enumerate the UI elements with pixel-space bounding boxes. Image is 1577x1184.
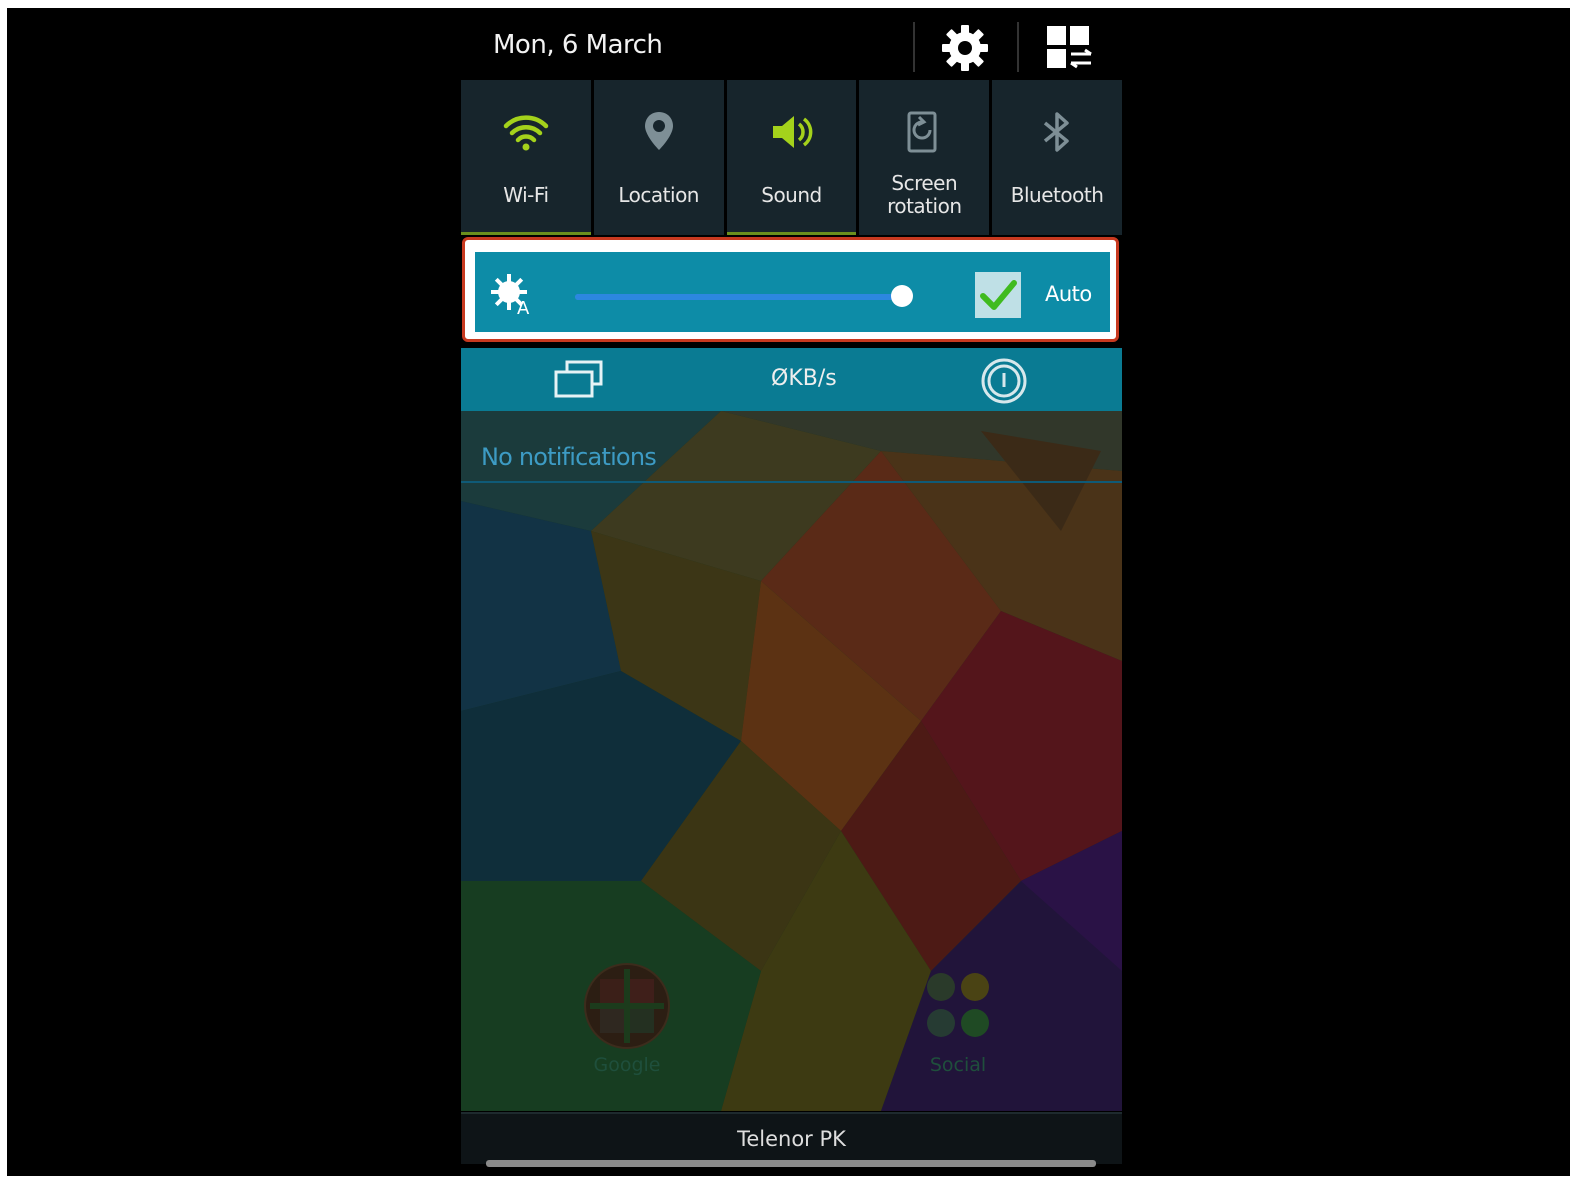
folder-label: Google <box>593 1054 661 1076</box>
checkmark-icon <box>980 280 1017 310</box>
brightness-slider[interactable] <box>575 285 913 307</box>
notification-area: No notifications Google Social <box>461 411 1122 1111</box>
toggle-screen-rotation[interactable]: Screen rotation <box>859 80 990 235</box>
social-folder-icon[interactable] <box>913 961 1003 1051</box>
carrier-bar: Telenor PK <box>461 1112 1122 1164</box>
bluetooth-icon <box>1043 112 1069 152</box>
panel-header: Mon, 6 March <box>461 8 1122 86</box>
brightness-thumb[interactable] <box>890 285 913 307</box>
header-divider <box>1017 22 1019 72</box>
toggle-label: Wi-Fi <box>503 183 549 207</box>
auto-brightness-icon: A <box>491 274 530 316</box>
google-folder-icon[interactable] <box>582 961 672 1051</box>
grid-swap-icon[interactable] <box>1045 24 1095 74</box>
auto-brightness-checkbox[interactable] <box>975 272 1021 318</box>
wallpaper-background <box>461 411 1122 1111</box>
panel-drag-handle[interactable] <box>486 1160 1096 1167</box>
toggle-wifi[interactable]: Wi-Fi <box>461 80 591 235</box>
toggle-label: Bluetooth <box>1010 183 1104 207</box>
wifi-icon <box>503 115 549 151</box>
notification-divider <box>461 481 1122 483</box>
toggle-bluetooth[interactable]: Bluetooth <box>992 80 1122 235</box>
toggle-label: Sound <box>761 183 822 207</box>
speaker-icon <box>773 116 813 148</box>
carrier-label: Telenor PK <box>737 1127 846 1151</box>
toggle-location[interactable]: Location <box>593 80 724 235</box>
toggle-label: Screen rotation <box>887 171 962 218</box>
notification-panel: Mon, 6 March Wi-Fi Location Sound Screen… <box>461 8 1122 1176</box>
toggle-label: Location <box>618 183 699 207</box>
location-pin-icon <box>644 112 673 150</box>
screen-rotation-icon <box>907 111 937 153</box>
power-saving-icon[interactable] <box>979 356 1029 406</box>
quick-toggles: Wi-Fi Location Sound Screen rotation Blu… <box>461 80 1122 235</box>
header-divider <box>913 22 915 72</box>
info-bar: ØKB/s <box>461 348 1122 411</box>
no-notifications-text: No notifications <box>481 443 657 471</box>
brightness-control: A Auto <box>475 252 1110 332</box>
date-label: Mon, 6 March <box>493 30 663 60</box>
network-speed: ØKB/s <box>771 366 837 391</box>
svg-text:A: A <box>517 298 530 316</box>
brightness-fill <box>575 294 902 300</box>
gear-icon[interactable] <box>939 22 991 74</box>
auto-brightness-label[interactable]: Auto <box>1045 282 1092 306</box>
folder-label: Social <box>929 1054 987 1076</box>
multi-window-icon[interactable] <box>553 360 605 400</box>
toggle-sound[interactable]: Sound <box>726 80 857 235</box>
